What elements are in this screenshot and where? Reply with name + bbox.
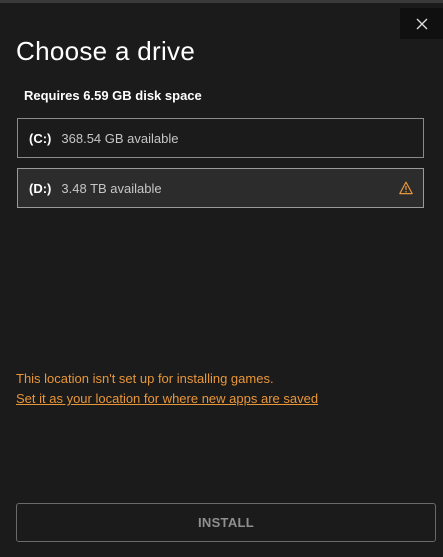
drive-option-d[interactable]: (D:) 3.48 TB available — [17, 168, 424, 208]
close-button[interactable] — [400, 8, 443, 39]
drive-letter: (D:) — [29, 180, 52, 196]
install-button[interactable]: INSTALL — [16, 503, 436, 542]
drive-option-c[interactable]: (C:) 368.54 GB available — [17, 118, 424, 158]
window-top-border — [0, 0, 443, 3]
location-warning-message: This location isn't set up for installin… — [16, 371, 274, 386]
set-default-location-link[interactable]: Set it as your location for where new ap… — [16, 390, 318, 407]
dialog-title: Choose a drive — [16, 36, 196, 66]
warning-triangle-icon — [399, 181, 413, 195]
drive-available-space: 368.54 GB available — [61, 130, 179, 146]
drive-letter: (C:) — [29, 130, 52, 146]
close-icon — [416, 18, 427, 29]
disk-space-requirement: Requires 6.59 GB disk space — [24, 88, 202, 103]
drive-available-space: 3.48 TB available — [61, 180, 162, 196]
